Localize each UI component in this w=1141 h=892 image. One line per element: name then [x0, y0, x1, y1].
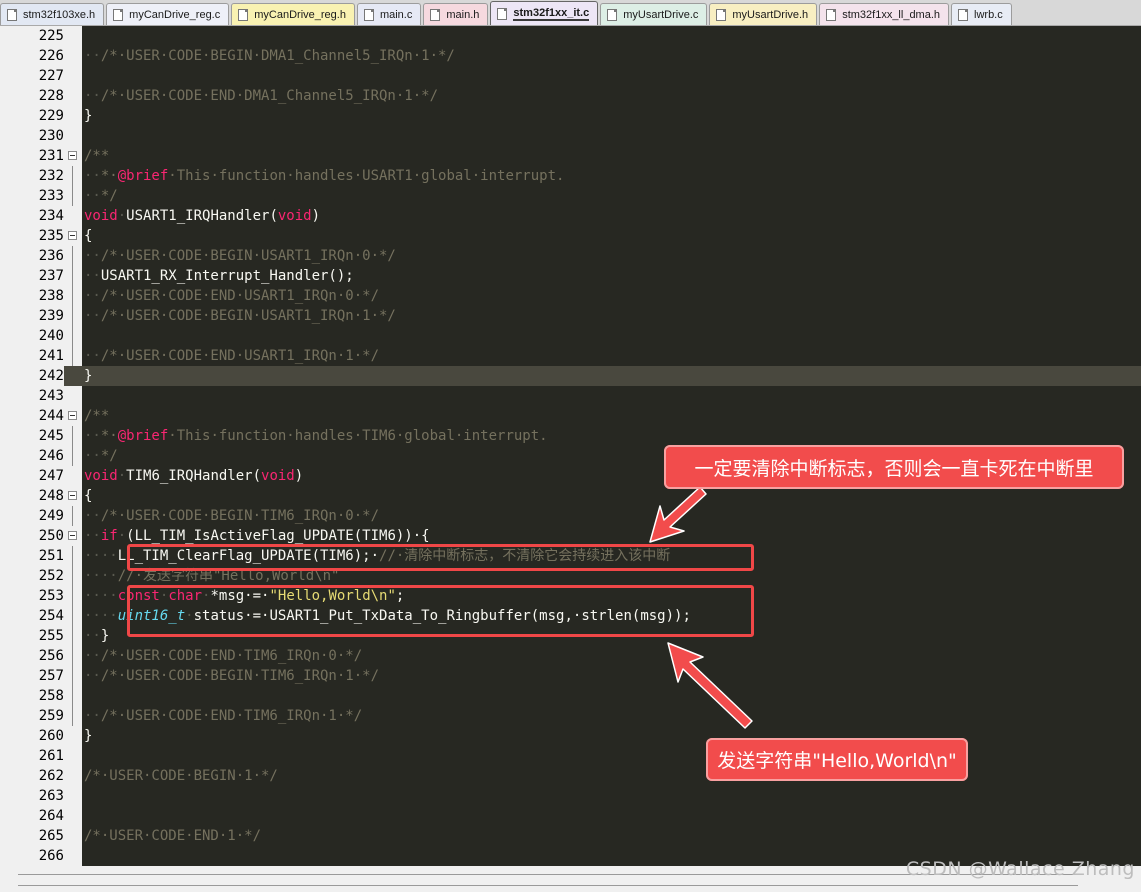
file-icon: [958, 8, 969, 21]
tab-mycandrive-reg-h[interactable]: myCanDrive_reg.h: [231, 3, 355, 25]
tab-label: main.c: [379, 8, 413, 21]
tab-stm32f1xx-it-c[interactable]: stm32f1xx_it.c: [490, 1, 599, 25]
code-editor[interactable]: 225 226 ··/*·USER·CODE·BEGIN·DMA1_Channel5…: [0, 26, 1141, 866]
file-icon: [7, 8, 17, 21]
tab-lwrb-c[interactable]: lwrb.c: [951, 3, 1012, 25]
file-icon: [497, 7, 508, 20]
tab-myusartdrive-h[interactable]: myUsartDrive.h: [709, 3, 818, 25]
tab-label: myUsartDrive.h: [732, 8, 809, 21]
arrow-to-clear-flag: [649, 486, 707, 543]
file-icon: [716, 8, 727, 21]
watermark: CSDN @Wallace Zhang: [905, 858, 1135, 880]
file-icon: [363, 8, 374, 21]
tab-myusartdrive-c[interactable]: myUsartDrive.c: [600, 3, 708, 25]
arrow-to-send-string: [667, 642, 753, 729]
tab-label: myUsartDrive.c: [623, 8, 699, 21]
file-icon: [113, 8, 124, 21]
tab-label: main.h: [446, 8, 480, 21]
tab-label: myCanDrive_reg.h: [254, 8, 346, 21]
file-tab-bar: stm32f103xe.h myCanDrive_reg.c myCanDrive_…: [0, 0, 1141, 26]
tab-label: lwrb.c: [974, 8, 1003, 21]
file-icon: [607, 8, 618, 21]
tab-main-h[interactable]: main.h: [423, 3, 489, 25]
tab-main-c[interactable]: main.c: [356, 3, 422, 25]
callout-send-string: 发送字符串"Hello,World\n": [706, 738, 968, 781]
file-icon: [826, 8, 837, 21]
tab-label: stm32f1xx_ll_dma.h: [842, 8, 941, 21]
callout-clear-interrupt-flag: 一定要清除中断标志，否则会一直卡死在中断里: [664, 445, 1124, 489]
tab-label: stm32f1xx_it.c: [513, 6, 590, 21]
tab-stm32f1xx-ll-dma-h[interactable]: stm32f1xx_ll_dma.h: [819, 3, 950, 25]
file-icon: [238, 8, 249, 21]
tab-label: stm32f103xe.h: [23, 8, 96, 21]
tab-stm32f103xe-h[interactable]: stm32f103xe.h: [0, 3, 105, 25]
tab-label: myCanDrive_reg.c: [129, 8, 221, 21]
file-icon: [430, 8, 441, 21]
tab-mycandrive-reg-c[interactable]: myCanDrive_reg.c: [106, 3, 230, 25]
